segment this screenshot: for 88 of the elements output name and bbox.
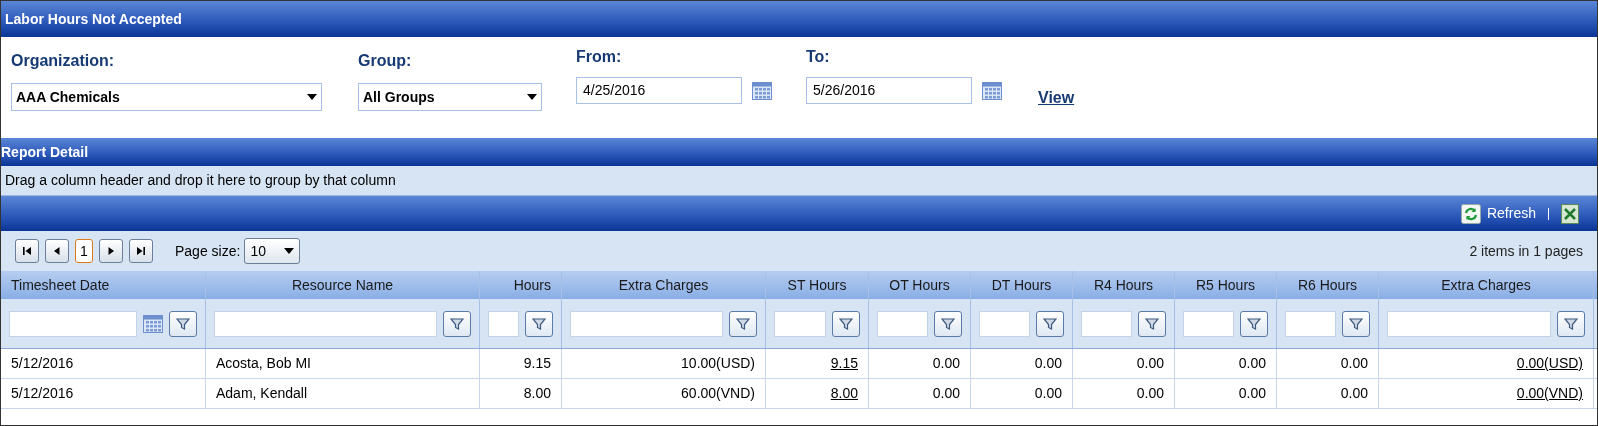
filter-button[interactable]	[525, 310, 553, 337]
table-cell-link[interactable]: 0.00(VND)	[1379, 379, 1594, 408]
field-label: Organization:	[11, 51, 116, 71]
filter-icon	[941, 316, 955, 331]
dropdown[interactable]: AAA Chemicals	[11, 83, 322, 111]
table-cell: 0.00	[971, 379, 1073, 408]
field-label: From:	[576, 47, 623, 67]
filter-button[interactable]	[1138, 310, 1166, 337]
filter-icon	[1247, 316, 1261, 331]
filter-button[interactable]	[169, 310, 197, 337]
previous-page-button[interactable]	[45, 239, 69, 263]
next-icon	[106, 246, 116, 256]
view-link[interactable]: View	[1038, 86, 1075, 110]
filter-field[interactable]	[979, 310, 1030, 337]
group-panel: Drag a column header and drop it here to group by that column	[1, 166, 1597, 196]
filter-field[interactable]	[570, 310, 723, 337]
table-cell: 0.00	[1277, 349, 1379, 378]
table-cell: 0.00	[1073, 379, 1175, 408]
filter-button[interactable]	[1342, 310, 1370, 337]
filter-field[interactable]	[1285, 310, 1336, 337]
next-page-button[interactable]	[99, 239, 123, 263]
filter-button[interactable]	[832, 310, 860, 337]
caret-icon	[527, 94, 537, 100]
filter-icon	[1043, 316, 1057, 331]
calendar-icon[interactable]	[143, 314, 163, 333]
table-cell: 10.00(USD)	[562, 349, 766, 378]
previous-icon	[52, 246, 62, 256]
filter-icon	[1564, 316, 1578, 331]
pager-summary: 2 items in 1 pages	[1469, 241, 1583, 261]
filter-field[interactable]	[214, 310, 437, 337]
filter-field[interactable]	[9, 310, 137, 337]
filter-button[interactable]	[1557, 310, 1585, 337]
table-cell: 5/12/2016	[1, 349, 206, 378]
table-cell: 0.00	[971, 349, 1073, 378]
table-cell: 8.00	[480, 379, 562, 408]
spreadsheet-icon[interactable]	[1561, 203, 1579, 224]
field-label: Group:	[358, 51, 413, 71]
filter-icon	[1349, 316, 1363, 331]
filter-icon	[839, 316, 853, 331]
first-icon	[22, 246, 32, 256]
refresh-icon	[1460, 203, 1481, 224]
table-cell: 5/12/2016	[1, 379, 206, 408]
field-label: To:	[806, 47, 831, 67]
table-cell: 0.00	[1175, 349, 1277, 378]
table-cell: 0.00	[1277, 379, 1379, 408]
table-cell: Adam, Kendall	[206, 379, 480, 408]
table-cell: 60.00(VND)	[562, 379, 766, 408]
table-cell: 0.00	[1175, 379, 1277, 408]
filter-icon	[736, 316, 750, 331]
table-cell: 9.15	[480, 349, 562, 378]
filter-icon	[532, 316, 546, 331]
date-field[interactable]: 4/25/2016	[576, 77, 742, 104]
table-cell: Acosta, Bob MI	[206, 349, 480, 378]
filter-field[interactable]	[1183, 310, 1234, 337]
table-cell: 0.00	[869, 379, 971, 408]
dropdown[interactable]: All Groups	[358, 83, 542, 111]
section-header: Report Detail	[1, 138, 1597, 166]
table-cell-link[interactable]: 0.00(USD)	[1379, 349, 1594, 378]
table-cell: 0.00	[1073, 349, 1175, 378]
filter-button[interactable]	[729, 310, 757, 337]
filter-button[interactable]	[1036, 310, 1064, 337]
page-size-dropdown[interactable]: 10	[244, 238, 301, 264]
filter-icon	[450, 316, 464, 331]
filter-icon	[1145, 316, 1159, 331]
filter-icon	[176, 316, 190, 331]
caret-icon	[307, 94, 317, 100]
filter-field[interactable]	[1387, 310, 1551, 337]
first-page-button[interactable]	[15, 239, 39, 263]
calendar-icon[interactable]	[982, 81, 1002, 100]
page-number[interactable]: 1	[75, 239, 93, 263]
filter-button[interactable]	[443, 310, 471, 337]
table-cell: 0.00	[869, 349, 971, 378]
refresh-button[interactable]: Refresh	[1460, 203, 1536, 224]
date-field[interactable]: 5/26/2016	[806, 77, 972, 104]
page-size-label: Page size:	[175, 241, 241, 261]
last-page-button[interactable]	[129, 239, 153, 263]
last-icon	[136, 246, 146, 256]
table-cell-link[interactable]: 9.15	[766, 349, 869, 378]
filter-field[interactable]	[1081, 310, 1132, 337]
caret-icon	[284, 248, 295, 254]
filter-field[interactable]	[774, 310, 826, 337]
table-cell-link[interactable]: 8.00	[766, 379, 869, 408]
filter-button[interactable]	[1240, 310, 1268, 337]
filter-field[interactable]	[877, 310, 928, 337]
title-bar: Labor Hours Not Accepted	[1, 1, 1597, 37]
calendar-icon[interactable]	[752, 81, 772, 100]
filter-field[interactable]	[488, 310, 519, 337]
filter-button[interactable]	[934, 310, 962, 337]
